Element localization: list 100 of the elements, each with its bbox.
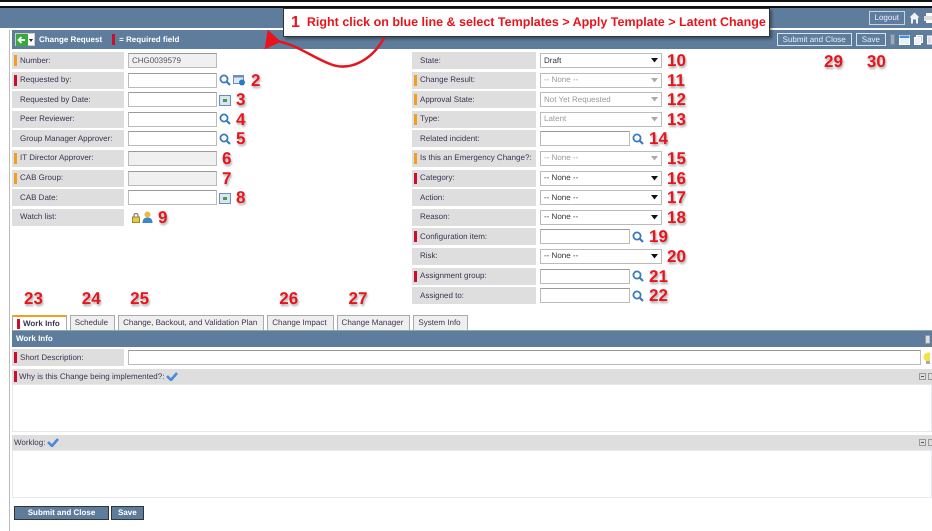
collapse-icon[interactable] <box>925 334 930 344</box>
home-icon[interactable] <box>909 12 920 24</box>
input-field[interactable] <box>128 72 217 88</box>
form-button[interactable]: Submit and Close <box>14 506 109 520</box>
section-title: Work Info <box>16 333 53 346</box>
step-number: 1 <box>291 12 300 32</box>
input-field[interactable] <box>128 92 217 108</box>
annotation-number: 24 <box>80 290 102 308</box>
dropdown[interactable]: -- None -- <box>540 210 662 225</box>
input-field[interactable] <box>128 190 217 206</box>
annotation-number: 8 <box>236 189 246 206</box>
annotation-number: 25 <box>129 290 150 308</box>
field-label: Approval State: <box>420 94 475 106</box>
field-label: State: <box>420 54 441 66</box>
annotation-number: 30 <box>866 53 886 73</box>
caret-icon <box>651 116 658 122</box>
annotation-number: 27 <box>348 290 368 308</box>
input-field[interactable] <box>540 229 630 244</box>
minus-icon[interactable] <box>919 373 926 380</box>
dropdown[interactable]: -- None -- <box>540 170 662 186</box>
search-icon[interactable] <box>219 113 231 126</box>
field-label: Change Result: <box>420 74 476 86</box>
input-field[interactable] <box>540 268 630 284</box>
tab[interactable]: Change Impact <box>267 315 334 330</box>
field-label: Requested by Date: <box>20 94 91 106</box>
readonly-field[interactable] <box>128 150 217 166</box>
search-icon[interactable] <box>219 74 231 86</box>
field-label: Why is this Change being implemented?: <box>19 370 164 383</box>
input-field[interactable] <box>128 350 921 366</box>
calendar-icon[interactable] <box>219 192 231 204</box>
back-arrow-icon <box>16 34 28 46</box>
field-label: Risk: <box>420 250 438 262</box>
field-label: Related incident: <box>420 132 480 145</box>
dropdown[interactable]: -- None -- <box>540 190 662 206</box>
caret-icon <box>651 78 658 83</box>
tab[interactable]: Change Manager <box>336 315 410 330</box>
logout-button[interactable]: Logout <box>868 11 905 25</box>
search-icon[interactable] <box>632 132 644 145</box>
input-field[interactable] <box>128 112 217 127</box>
field-label: Watch list: <box>20 211 57 224</box>
header-button[interactable]: Submit and Close <box>776 33 852 46</box>
minus-icon[interactable] <box>919 439 926 446</box>
tab[interactable]: System Info <box>413 315 468 330</box>
spellcheck-icon[interactable] <box>47 438 60 448</box>
caret-icon <box>651 156 658 161</box>
spellcheck-icon[interactable] <box>166 372 178 382</box>
annotation-number: 15 <box>667 150 686 167</box>
lock-icon[interactable] <box>132 212 140 223</box>
field-label: Group Manager Approver: <box>20 132 112 145</box>
annotation-number: 12 <box>667 91 686 108</box>
tab[interactable]: Work Info <box>12 315 67 330</box>
annotation-number: 19 <box>649 228 668 246</box>
annotation-number: 21 <box>649 268 668 285</box>
divider-handle-icon[interactable] <box>890 34 895 45</box>
search-icon[interactable] <box>219 132 231 145</box>
annotation-number: 26 <box>278 290 300 308</box>
annotation-number: 11 <box>667 72 685 89</box>
field-label: Worklog: <box>14 436 46 449</box>
folder-icon[interactable] <box>899 34 910 44</box>
caret-icon <box>651 176 658 181</box>
tab[interactable]: Change, Backout, and Validation Plan <box>118 315 264 330</box>
dropdown[interactable]: -- None -- <box>540 248 662 264</box>
caret-icon <box>651 214 658 220</box>
field-label: Number: <box>20 54 51 66</box>
field-label: Reason: <box>420 211 450 224</box>
copy-icon[interactable] <box>914 34 923 44</box>
input-field[interactable] <box>540 288 630 304</box>
annotation-number: 22 <box>649 287 668 304</box>
input-field[interactable] <box>540 131 630 146</box>
calendar-icon[interactable] <box>219 94 231 106</box>
annotation-number: 5 <box>236 130 246 148</box>
field-label: CAB Date: <box>20 192 58 204</box>
annotation-number: 23 <box>23 290 44 308</box>
readonly-field[interactable] <box>128 170 217 186</box>
annotation-number: 13 <box>667 110 686 128</box>
annotation-number: 7 <box>222 170 232 187</box>
tab[interactable]: Schedule <box>70 315 116 330</box>
header-button[interactable]: Save <box>856 33 886 46</box>
search-icon[interactable] <box>632 270 644 282</box>
field-label: Requested by: <box>20 74 72 86</box>
search-icon[interactable] <box>632 230 644 243</box>
reference-card-icon[interactable] <box>233 74 246 86</box>
caret-icon <box>651 254 658 259</box>
field-label: Peer Reviewer: <box>20 113 75 126</box>
annotation-number: 2 <box>251 72 260 89</box>
dropdown[interactable]: Draft <box>540 53 662 68</box>
print-icon[interactable] <box>924 12 932 24</box>
field-label: Category: <box>420 172 455 184</box>
required-marker <box>112 34 116 45</box>
annotation-number: 4 <box>236 110 246 128</box>
form-button[interactable]: Save <box>111 506 144 520</box>
annotation-number: 20 <box>667 248 686 265</box>
person-icon[interactable] <box>142 211 153 224</box>
lightbulb-icon[interactable] <box>923 352 930 364</box>
caret-icon <box>651 195 658 200</box>
readonly-field[interactable]: CHG0039579 <box>128 53 217 68</box>
search-icon[interactable] <box>632 290 644 302</box>
back-button[interactable] <box>15 33 35 46</box>
annotation-number: 10 <box>667 52 686 69</box>
input-field[interactable] <box>128 131 217 146</box>
